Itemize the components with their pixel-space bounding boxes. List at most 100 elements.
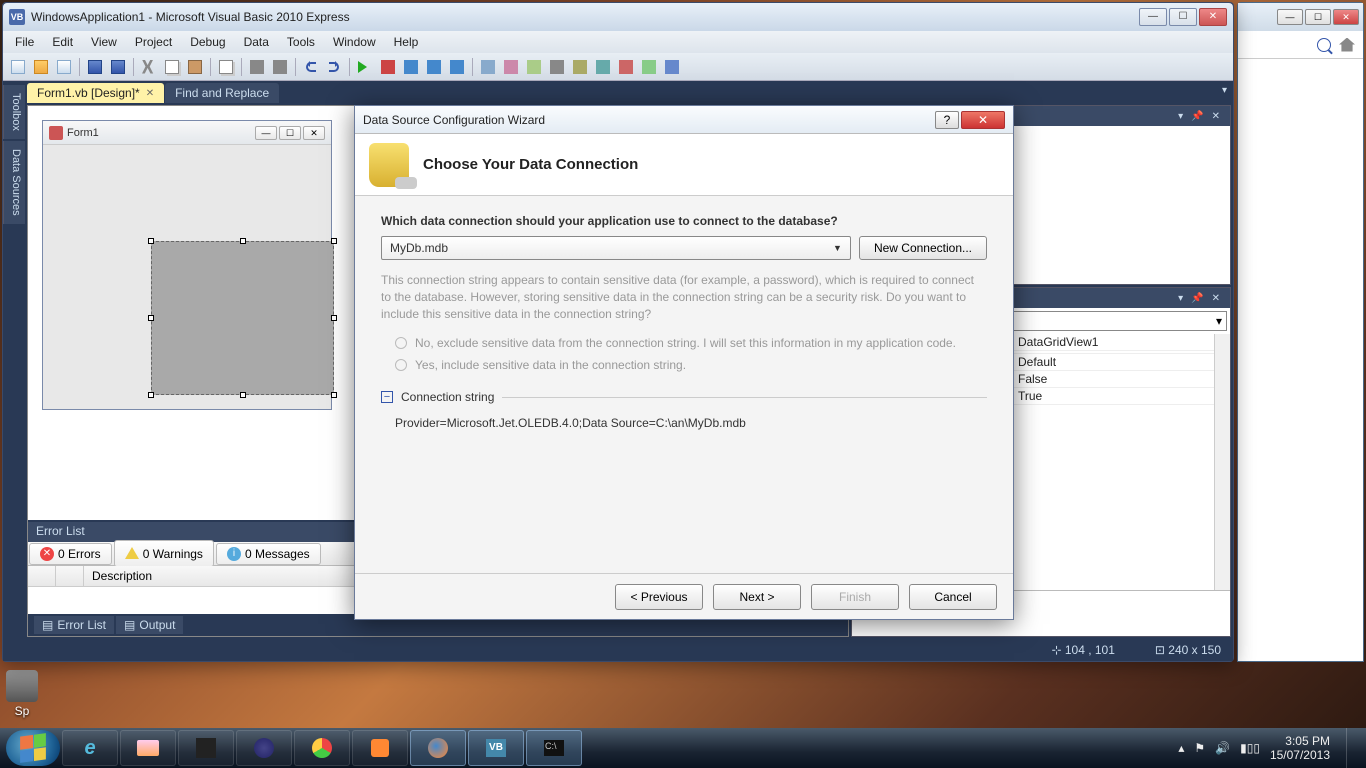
step-out-icon[interactable] [446, 56, 468, 78]
help-button[interactable]: ? [935, 111, 959, 129]
menu-tools[interactable]: Tools [279, 33, 323, 51]
document-tabs: Form1.vb [Design]* ✕ Find and Replace ▾ [25, 81, 1233, 103]
save-icon[interactable] [84, 56, 106, 78]
paste-icon[interactable] [184, 56, 206, 78]
dropdown-icon[interactable]: ▾ [1178, 111, 1183, 122]
dialog-titlebar[interactable]: Data Source Configuration Wizard ? ✕ [355, 106, 1013, 134]
tray-overflow-icon[interactable]: ▴ [1178, 741, 1184, 755]
minimize-button[interactable]: — [1277, 9, 1303, 25]
bottom-tab-output[interactable]: ▤Output [116, 616, 183, 634]
radio-include-sensitive: Yes, include sensitive data in the conne… [381, 354, 987, 376]
bottom-tab-error-list[interactable]: ▤Error List [34, 616, 114, 634]
tab-form-design[interactable]: Form1.vb [Design]* ✕ [27, 83, 164, 103]
errors-tab[interactable]: ✕0 Errors [29, 543, 112, 565]
volume-icon[interactable]: 🔊 [1215, 741, 1230, 755]
find-icon[interactable] [215, 56, 237, 78]
menu-edit[interactable]: Edit [44, 33, 81, 51]
tool-icon[interactable] [661, 56, 683, 78]
radio-icon [395, 359, 407, 371]
connection-combo[interactable]: MyDb.mdb ▼ [381, 236, 851, 260]
dropdown-icon[interactable]: ▾ [1178, 293, 1183, 304]
step-over-icon[interactable] [423, 56, 445, 78]
eclipse-icon [254, 738, 274, 758]
menu-help[interactable]: Help [386, 33, 427, 51]
taskbar-ie[interactable]: e [62, 730, 118, 766]
data-sources-tab[interactable]: Data Sources [3, 141, 25, 224]
menu-project[interactable]: Project [127, 33, 180, 51]
warnings-tab[interactable]: 0 Warnings [114, 540, 214, 567]
previous-button[interactable]: < Previous [615, 584, 703, 610]
open-file-icon[interactable] [30, 56, 52, 78]
stop-debug-icon[interactable] [377, 56, 399, 78]
messages-tab[interactable]: i0 Messages [216, 543, 321, 565]
new-project-icon[interactable] [7, 56, 29, 78]
add-item-icon[interactable] [53, 56, 75, 78]
flag-icon[interactable]: ⚑ [1194, 741, 1205, 755]
datagridview-control[interactable] [151, 241, 334, 395]
save-all-icon[interactable] [107, 56, 129, 78]
tabs-overflow-icon[interactable]: ▾ [1222, 85, 1227, 96]
close-tab-icon[interactable]: ✕ [146, 88, 154, 99]
show-desktop-button[interactable] [1346, 728, 1360, 768]
step-into-icon[interactable] [400, 56, 422, 78]
tool-icon[interactable] [638, 56, 660, 78]
pin-icon[interactable]: 📌 [1191, 293, 1203, 304]
tool-icon[interactable] [523, 56, 545, 78]
form-canvas[interactable]: Form1 — ☐ ✕ [42, 120, 332, 410]
desktop-icon[interactable]: Sp [2, 670, 42, 718]
taskbar-cmd[interactable]: C:\ [526, 730, 582, 766]
undo-icon[interactable] [300, 56, 322, 78]
tool-icon[interactable] [546, 56, 568, 78]
toolbox-tab[interactable]: Toolbox [3, 85, 25, 139]
search-icon[interactable] [1317, 38, 1331, 52]
list-icon: ▤ [42, 618, 53, 632]
clock[interactable]: 3:05 PM 15/07/2013 [1270, 734, 1330, 763]
home-icon[interactable] [1339, 38, 1355, 52]
tool-icon[interactable] [615, 56, 637, 78]
taskbar-media[interactable] [352, 730, 408, 766]
copy-icon[interactable] [161, 56, 183, 78]
pin-icon[interactable]: 📌 [1191, 111, 1203, 122]
start-debug-icon[interactable] [354, 56, 376, 78]
close-panel-icon[interactable]: ✕ [1212, 293, 1220, 304]
tool-icon[interactable] [592, 56, 614, 78]
vs-titlebar[interactable]: VB WindowsApplication1 - Microsoft Visua… [3, 3, 1233, 31]
comment-icon[interactable] [246, 56, 268, 78]
taskbar-eclipse[interactable] [236, 730, 292, 766]
maximize-button[interactable]: ☐ [1169, 8, 1197, 26]
collapse-icon[interactable]: − [381, 391, 393, 403]
tool-icon[interactable] [500, 56, 522, 78]
taskbar-firefox[interactable] [410, 730, 466, 766]
close-button[interactable]: ✕ [1199, 8, 1227, 26]
form-minimize-icon: — [255, 126, 277, 140]
minimize-button[interactable]: — [1139, 8, 1167, 26]
new-connection-button[interactable]: New Connection... [859, 236, 987, 260]
cancel-button[interactable]: Cancel [909, 584, 997, 610]
menu-debug[interactable]: Debug [182, 33, 233, 51]
taskbar-vb[interactable]: VB [468, 730, 524, 766]
taskbar-explorer[interactable] [120, 730, 176, 766]
close-panel-icon[interactable]: ✕ [1212, 111, 1220, 122]
scrollbar[interactable] [1214, 334, 1230, 590]
start-button[interactable] [6, 730, 60, 766]
maximize-button[interactable]: ☐ [1305, 9, 1331, 25]
close-button[interactable]: ✕ [1333, 9, 1359, 25]
cut-icon[interactable] [138, 56, 160, 78]
taskbar-chrome[interactable] [294, 730, 350, 766]
menu-window[interactable]: Window [325, 33, 384, 51]
menu-view[interactable]: View [83, 33, 125, 51]
uncomment-icon[interactable] [269, 56, 291, 78]
system-tray[interactable]: ▴ ⚑ 🔊 ▮▯▯ 3:05 PM 15/07/2013 [1168, 734, 1340, 763]
close-button[interactable]: ✕ [961, 111, 1005, 129]
redo-icon[interactable] [323, 56, 345, 78]
tool-icon[interactable] [477, 56, 499, 78]
menu-file[interactable]: File [7, 33, 42, 51]
tool-icon[interactable] [569, 56, 591, 78]
menu-data[interactable]: Data [236, 33, 277, 51]
next-button[interactable]: Next > [713, 584, 801, 610]
connection-string-value: Provider=Microsoft.Jet.OLEDB.4.0;Data So… [381, 410, 987, 436]
tab-find-replace[interactable]: Find and Replace [165, 83, 279, 103]
taskbar-app[interactable] [178, 730, 234, 766]
network-icon[interactable]: ▮▯▯ [1240, 741, 1260, 755]
sensitive-data-text: This connection string appears to contai… [381, 272, 987, 322]
